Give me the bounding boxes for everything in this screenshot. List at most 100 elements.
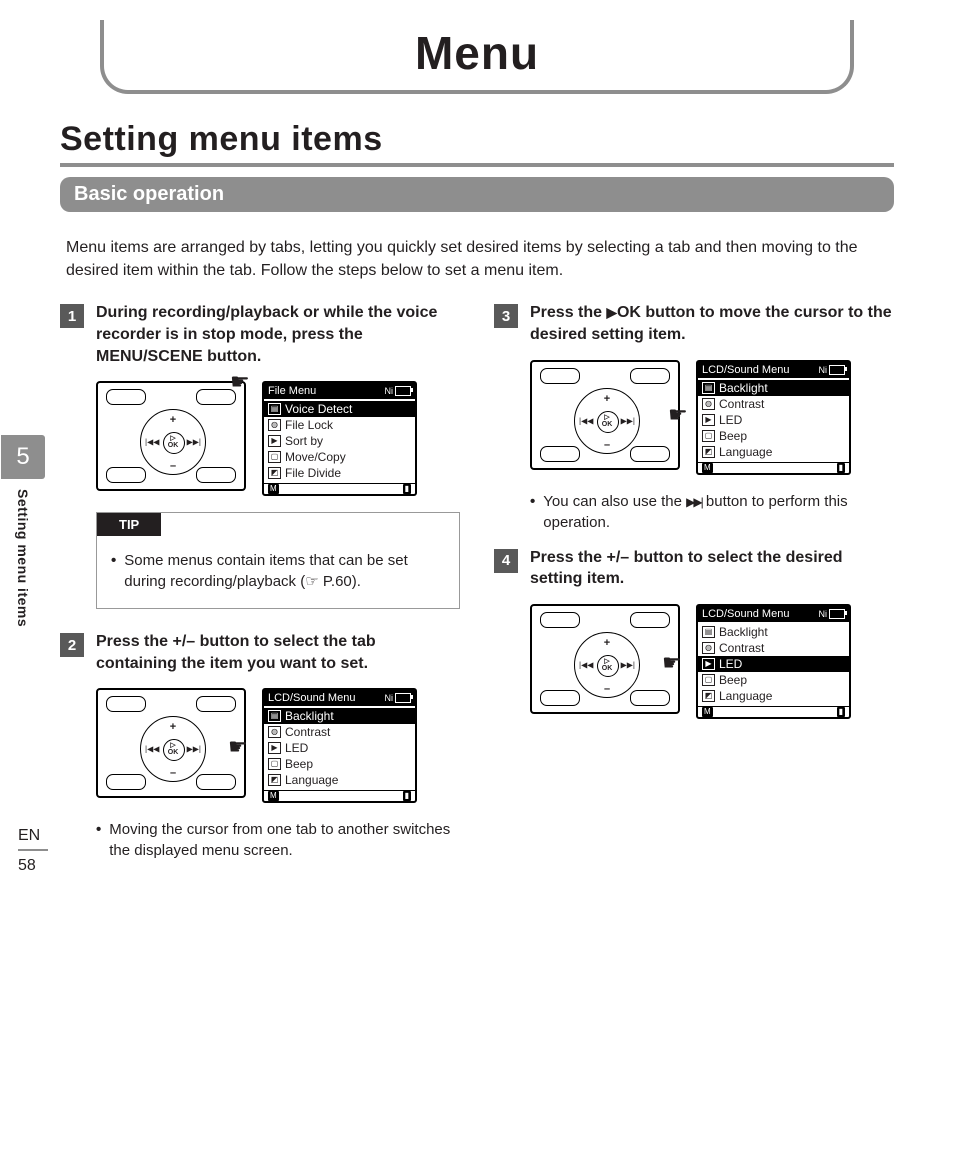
lcd-row: ▶LED	[264, 740, 415, 756]
step-number: 2	[60, 633, 84, 657]
step-number: 3	[494, 304, 518, 328]
lcd-row-icon: ◍	[268, 419, 281, 431]
lcd-row-icon: ▶	[268, 742, 281, 754]
lcd-title-text: LCD/Sound Menu	[268, 692, 355, 704]
step-text: Press the +/– button to select the tab c…	[96, 631, 460, 674]
dpad-icon: + – ▷OK |◀◀ ▶▶|	[140, 716, 206, 782]
battery-icon	[395, 693, 411, 703]
lcd-row: ◍Contrast	[264, 724, 415, 740]
lcd-row-label: Backlight	[285, 708, 334, 724]
lcd-row: ▶ LED	[698, 412, 849, 428]
lcd-row-label: Language	[719, 688, 772, 704]
device-illustration: + – ▷OK |◀◀ ▶▶| ☚	[96, 381, 246, 491]
lcd-row: ▤Backlight	[698, 380, 849, 396]
lcd-row-label: File Lock	[285, 417, 333, 433]
lcd-sound-menu: LCD/Sound Menu Ni ▤Backlight◍Contrast▶LE…	[696, 360, 851, 475]
step-2: 2 Press the +/– button to select the tab…	[60, 631, 460, 674]
step-1: 1 During recording/playback or while the…	[60, 302, 460, 367]
lcd-row: ▤ Backlight	[264, 708, 415, 724]
left-column: 1 During recording/playback or while the…	[60, 302, 460, 865]
device-illustration: + – ▷OK |◀◀ ▶▶| ☚	[530, 360, 680, 470]
dpad-icon: + – ▷OK |◀◀ ▶▶|	[574, 632, 640, 698]
dpad-icon: + – ▷OK |◀◀ ▶▶|	[140, 409, 206, 475]
lcd-row: ▢ Beep	[698, 428, 849, 444]
lcd-row-label: Sort by	[285, 433, 323, 449]
lcd-row-icon: ◍	[702, 398, 715, 410]
lcd-row-label: Contrast	[719, 396, 764, 412]
lcd-row: ▶ Sort by	[264, 433, 415, 449]
lcd-row: ▢Beep	[264, 756, 415, 772]
step-text: Press the OK button to move the cursor t…	[530, 302, 894, 345]
side-section-label: Setting menu items	[15, 489, 31, 627]
language-code: EN	[18, 827, 48, 851]
step-number: 4	[494, 549, 518, 573]
lcd-list: ▤ Backlight◍Contrast▶LED▢Beep ◩ Language	[264, 706, 415, 790]
lcd-list: ▤Backlight ◍ Contrast ▶ LED ▢ Beep ◩ Language	[698, 378, 849, 462]
lcd-list: ▤ Backlight ◍ Contrast▶LED ▢ Beep ◩ Language	[698, 622, 849, 706]
battery-icon	[395, 386, 411, 396]
lcd-title-text: File Menu	[268, 385, 316, 397]
lcd-row-icon: ◩	[702, 690, 715, 702]
lcd-row-icon: ▢	[702, 674, 715, 686]
lcd-row-icon: ◍	[702, 642, 715, 654]
lcd-row-label: Language	[285, 772, 338, 788]
battery-icon	[829, 609, 845, 619]
lcd-row-label: File Divide	[285, 465, 341, 481]
lcd-title-text: LCD/Sound Menu	[702, 608, 789, 620]
step-4: 4 Press the +/– button to select the des…	[494, 547, 894, 590]
lcd-row: ◩ Language	[698, 444, 849, 460]
pointing-hand-icon: ☚	[228, 734, 248, 760]
lcd-row-icon: ◩	[268, 467, 281, 479]
lcd-row-label: Contrast	[285, 724, 330, 740]
lcd-row-label: Beep	[719, 428, 747, 444]
lcd-row-label: Language	[719, 444, 772, 460]
step-2-diagram: + – ▷OK |◀◀ ▶▶| ☚ LCD/Sound Menu Ni ▤Bac…	[96, 688, 460, 803]
step-4-diagram: + – ▷OK |◀◀ ▶▶| ☚ LCD/Sound Menu Ni ▤Bac…	[530, 604, 894, 719]
lcd-row: ◍ File Lock	[264, 417, 415, 433]
lcd-row-label: Beep	[719, 672, 747, 688]
lcd-row-icon: ▶	[702, 414, 715, 426]
section-title: Setting menu items	[60, 120, 894, 159]
lcd-row-icon: ▤	[268, 710, 281, 722]
play-icon	[606, 304, 616, 321]
pointing-hand-icon: ☚	[662, 650, 682, 676]
lcd-row-icon: ▢	[268, 451, 281, 463]
lcd-row-label: Move/Copy	[285, 449, 346, 465]
right-column: 3 Press the OK button to move the cursor…	[494, 302, 894, 865]
lcd-row: ▤ Backlight	[698, 624, 849, 640]
battery-icon	[829, 365, 845, 375]
page-number: 58	[18, 857, 48, 875]
lcd-row-icon: ◩	[268, 774, 281, 786]
lcd-sound-menu: LCD/Sound Menu Ni ▤Backlight◍Contrast▶LE…	[696, 604, 851, 719]
lcd-row: ▢ Move/Copy	[264, 449, 415, 465]
lcd-row-label: LED	[719, 412, 742, 428]
step-3-diagram: + – ▷OK |◀◀ ▶▶| ☚ LCD/Sound Menu Ni ▤Bac…	[530, 360, 894, 475]
lcd-row-label: Voice Detect	[285, 401, 352, 417]
page-ref-icon	[305, 573, 318, 590]
chapter-title: Menu	[104, 26, 850, 80]
lcd-row-icon: ◩	[702, 446, 715, 458]
lcd-sound-menu: LCD/Sound Menu Ni ▤Backlight◍Contrast▶LE…	[262, 688, 417, 803]
subsection-bar: Basic operation	[60, 177, 894, 212]
lcd-row-label: Backlight	[719, 380, 768, 396]
dpad-icon: + – ▷OK |◀◀ ▶▶|	[574, 388, 640, 454]
chapter-header: Menu	[100, 20, 854, 94]
divider	[60, 163, 894, 167]
tip-bullet: • Some menus contain items that can be s…	[111, 550, 445, 592]
lcd-row: ▶LED	[698, 656, 849, 672]
page-footer: EN 58	[18, 827, 48, 875]
lcd-row-icon: ▢	[702, 430, 715, 442]
lcd-title-text: LCD/Sound Menu	[702, 364, 789, 376]
lcd-row-label: Backlight	[719, 624, 768, 640]
lcd-row-label: LED	[719, 656, 742, 672]
lcd-row-label: Contrast	[719, 640, 764, 656]
lcd-row-icon: ▶	[268, 435, 281, 447]
step-number: 1	[60, 304, 84, 328]
lcd-row: ◩ Language	[264, 772, 415, 788]
side-tab: 5 Setting menu items	[0, 435, 46, 627]
pointing-hand-icon: ☚	[668, 402, 688, 428]
tip-label: TIP	[97, 513, 161, 536]
lcd-row: ◍ Contrast	[698, 396, 849, 412]
lcd-row-icon: ▤	[702, 626, 715, 638]
lcd-row-icon: ▢	[268, 758, 281, 770]
